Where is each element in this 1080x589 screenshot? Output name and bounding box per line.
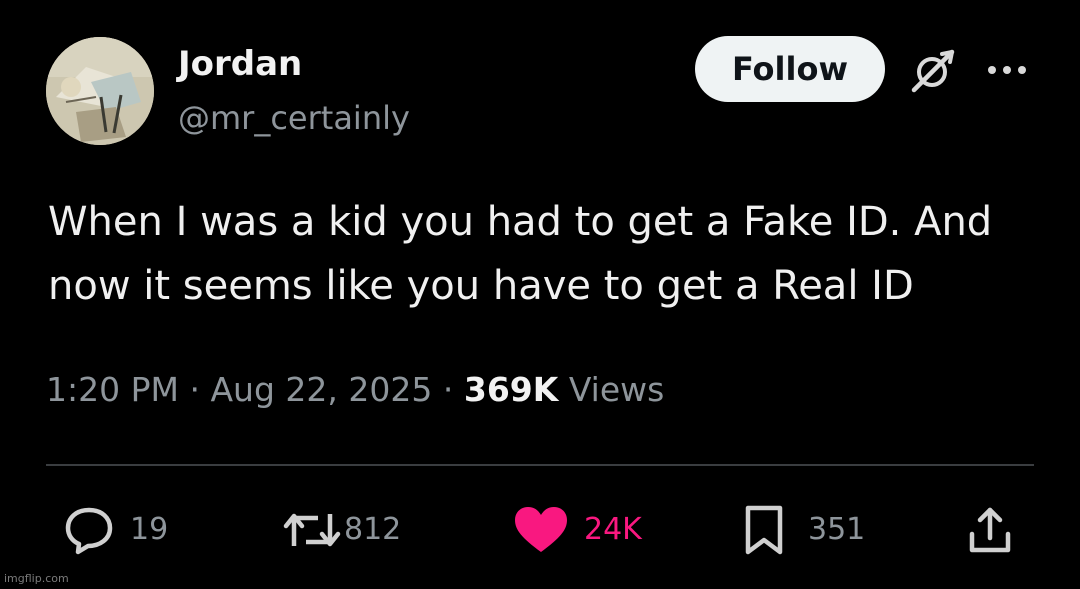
share-icon (964, 504, 1016, 556)
like-button[interactable]: 24K (512, 504, 642, 556)
reply-icon (62, 504, 116, 556)
repost-button[interactable]: 812 (282, 504, 401, 556)
watermark: imgflip.com (4, 572, 69, 585)
meta-separator: · (189, 370, 200, 409)
tweet-date[interactable]: Aug 22, 2025 (210, 370, 432, 409)
bookmark-count: 351 (808, 512, 866, 547)
share-button[interactable] (964, 504, 1016, 556)
bookmark-button[interactable]: 351 (742, 504, 865, 556)
bookmark-icon (742, 504, 786, 556)
reply-count: 19 (130, 512, 169, 547)
reply-button[interactable]: 19 (62, 504, 168, 556)
display-name[interactable]: Jordan (178, 44, 302, 84)
more-icon[interactable] (985, 60, 1029, 80)
like-count: 24K (584, 512, 642, 547)
divider (46, 464, 1034, 466)
repost-count: 812 (344, 512, 402, 547)
tweet-meta: 1:20 PM · Aug 22, 2025 · 369K Views (46, 366, 664, 414)
tweet-time[interactable]: 1:20 PM (46, 370, 179, 409)
repost-icon (282, 504, 342, 556)
avatar[interactable] (46, 37, 154, 145)
views-count[interactable]: 369K (464, 370, 558, 409)
grok-icon[interactable] (908, 46, 958, 96)
user-handle[interactable]: @mr_certainly (178, 98, 410, 138)
meta-separator: · (442, 370, 454, 409)
follow-button[interactable]: Follow (695, 36, 885, 102)
heart-icon (512, 504, 570, 556)
tweet-text: When I was a kid you had to get a Fake I… (48, 199, 993, 309)
views-label: Views (568, 370, 665, 409)
